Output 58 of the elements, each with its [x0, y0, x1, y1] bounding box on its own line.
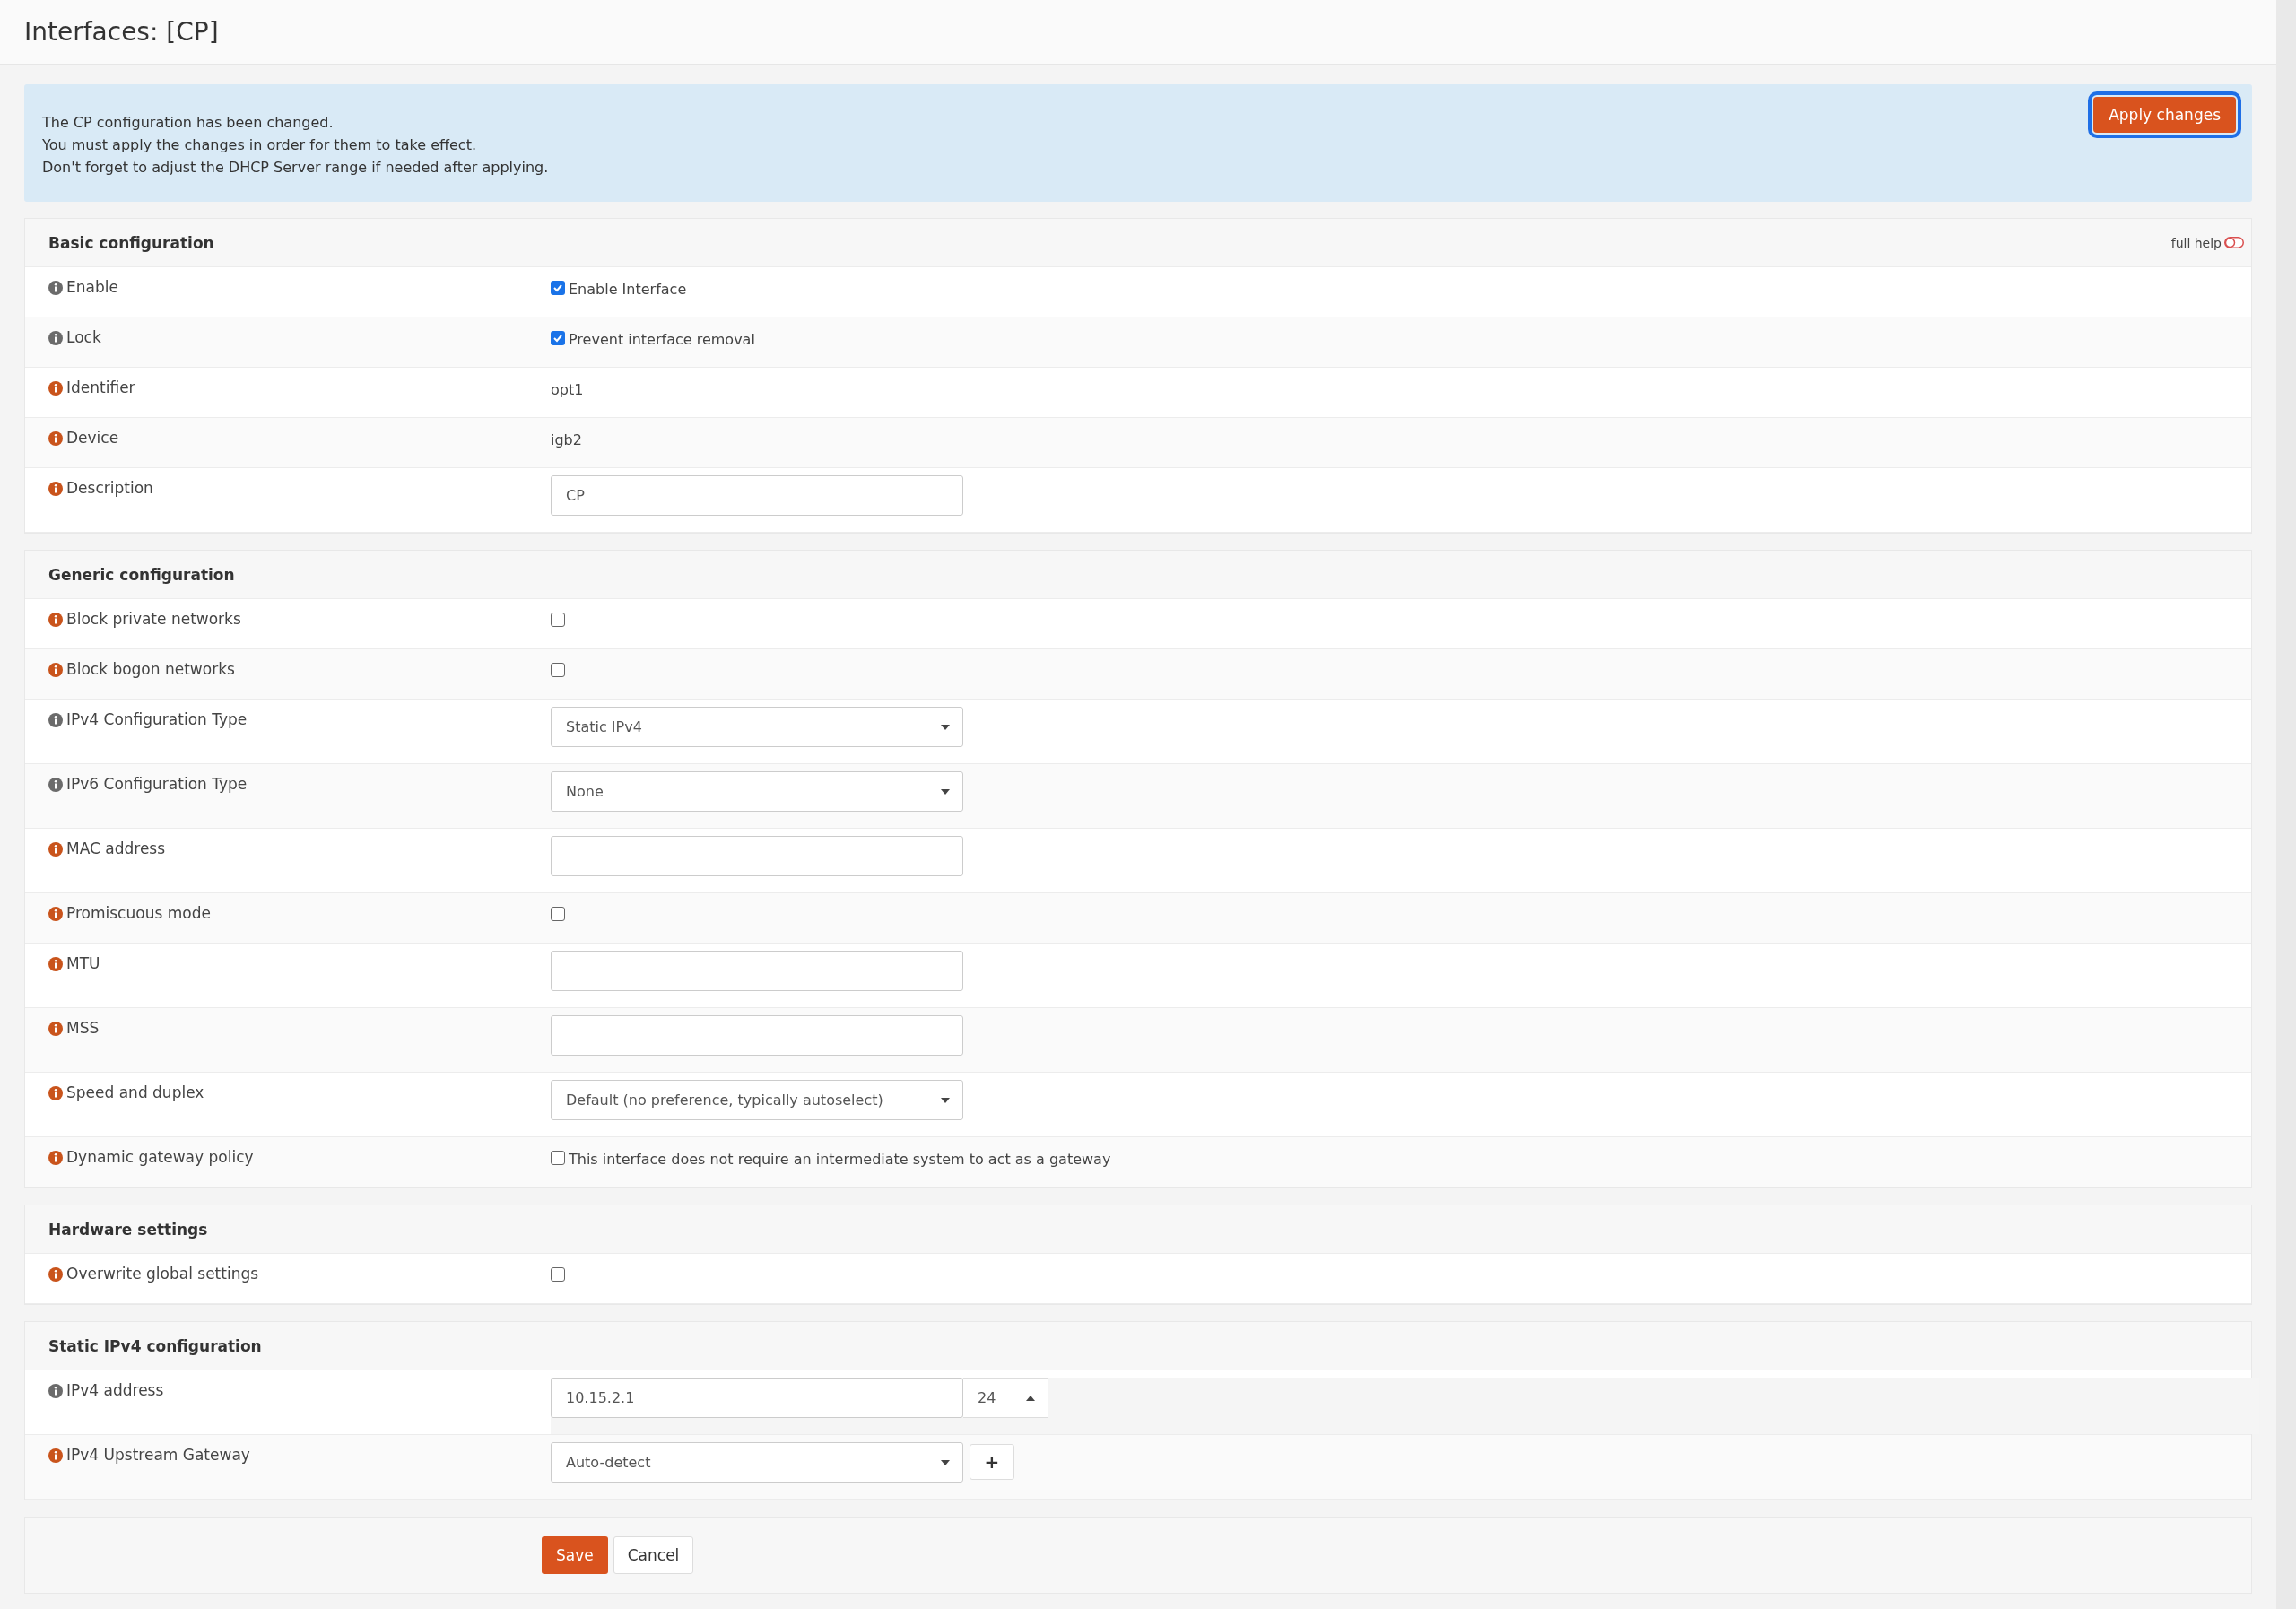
- field-label: Device: [66, 429, 119, 447]
- checkbox-label: Prevent interface removal: [569, 331, 755, 348]
- select-dropdown[interactable]: Auto-detect: [551, 1442, 963, 1483]
- section-title: Static IPv4 configuration: [48, 1336, 262, 1355]
- field-label: Block bogon networks: [66, 660, 235, 678]
- field-label: IPv4 Upstream Gateway: [66, 1446, 250, 1464]
- field-label: Overwrite global settings: [66, 1265, 259, 1283]
- select-dropdown[interactable]: Default (no preference, typically autoselect): [551, 1080, 963, 1120]
- section-title: Hardware settings: [48, 1220, 208, 1239]
- checkbox[interactable]: [551, 1151, 565, 1165]
- checkbox[interactable]: [551, 281, 565, 295]
- section-title: Basic configuration: [48, 233, 214, 252]
- caret-icon: [1026, 1395, 1035, 1401]
- field-label: Speed and duplex: [66, 1083, 204, 1101]
- checkbox[interactable]: [551, 331, 565, 345]
- field-label: Block private networks: [66, 610, 241, 628]
- caret-icon: [941, 1459, 950, 1465]
- field-label: Lock: [66, 328, 101, 346]
- toggle-switch[interactable]: [2224, 237, 2244, 248]
- field-value: opt1: [551, 381, 584, 398]
- field-label: Dynamic gateway policy: [66, 1148, 254, 1166]
- cancel-button[interactable]: Cancel: [613, 1536, 694, 1574]
- checkbox[interactable]: [551, 1267, 565, 1282]
- caret-icon: [941, 788, 950, 795]
- alert-text: Don't forget to adjust the DHCP Server range if needed after applying.: [42, 159, 549, 176]
- save-button[interactable]: Save: [542, 1536, 608, 1574]
- field-label: Description: [66, 479, 153, 497]
- input-field[interactable]: 10.15.2.1: [551, 1378, 963, 1418]
- alert-text: You must apply the changes in order for them to take effect.: [42, 136, 477, 153]
- input-field[interactable]: CP: [551, 475, 963, 516]
- add-button[interactable]: +: [970, 1444, 1014, 1480]
- checkbox-label: Enable Interface: [569, 281, 687, 298]
- caret-icon: [941, 1097, 950, 1103]
- full-help-label: full help: [2170, 235, 2222, 250]
- field-label: MTU: [66, 954, 100, 972]
- field-label: IPv4 address: [66, 1381, 164, 1399]
- checkbox[interactable]: [551, 663, 565, 677]
- field-label: MSS: [66, 1019, 100, 1037]
- checkbox[interactable]: [551, 907, 565, 921]
- select-dropdown[interactable]: Static IPv4: [551, 707, 963, 747]
- select-dropdown[interactable]: None: [551, 771, 963, 812]
- alert-text: The CP configuration has been changed.: [42, 114, 335, 131]
- field-label: IPv6 Configuration Type: [66, 775, 248, 793]
- field-label: Enable: [66, 278, 118, 296]
- input-field[interactable]: [551, 951, 963, 991]
- page-title: Interfaces: [CP]: [24, 17, 219, 47]
- input-field[interactable]: [551, 1015, 963, 1056]
- checkbox[interactable]: [551, 613, 565, 627]
- field-label: Identifier: [66, 378, 135, 396]
- field-label: Promiscuous mode: [66, 904, 211, 922]
- caret-icon: [941, 724, 950, 730]
- subnet-select[interactable]: 24: [963, 1378, 1048, 1418]
- field-value: igb2: [551, 431, 582, 448]
- input-field[interactable]: [551, 836, 963, 876]
- section-title: Generic configuration: [48, 565, 235, 584]
- field-label: IPv4 Configuration Type: [66, 710, 248, 728]
- checkbox-label: This interface does not require an intermediate system to act as a gateway: [569, 1151, 1111, 1168]
- field-label: MAC address: [66, 839, 166, 857]
